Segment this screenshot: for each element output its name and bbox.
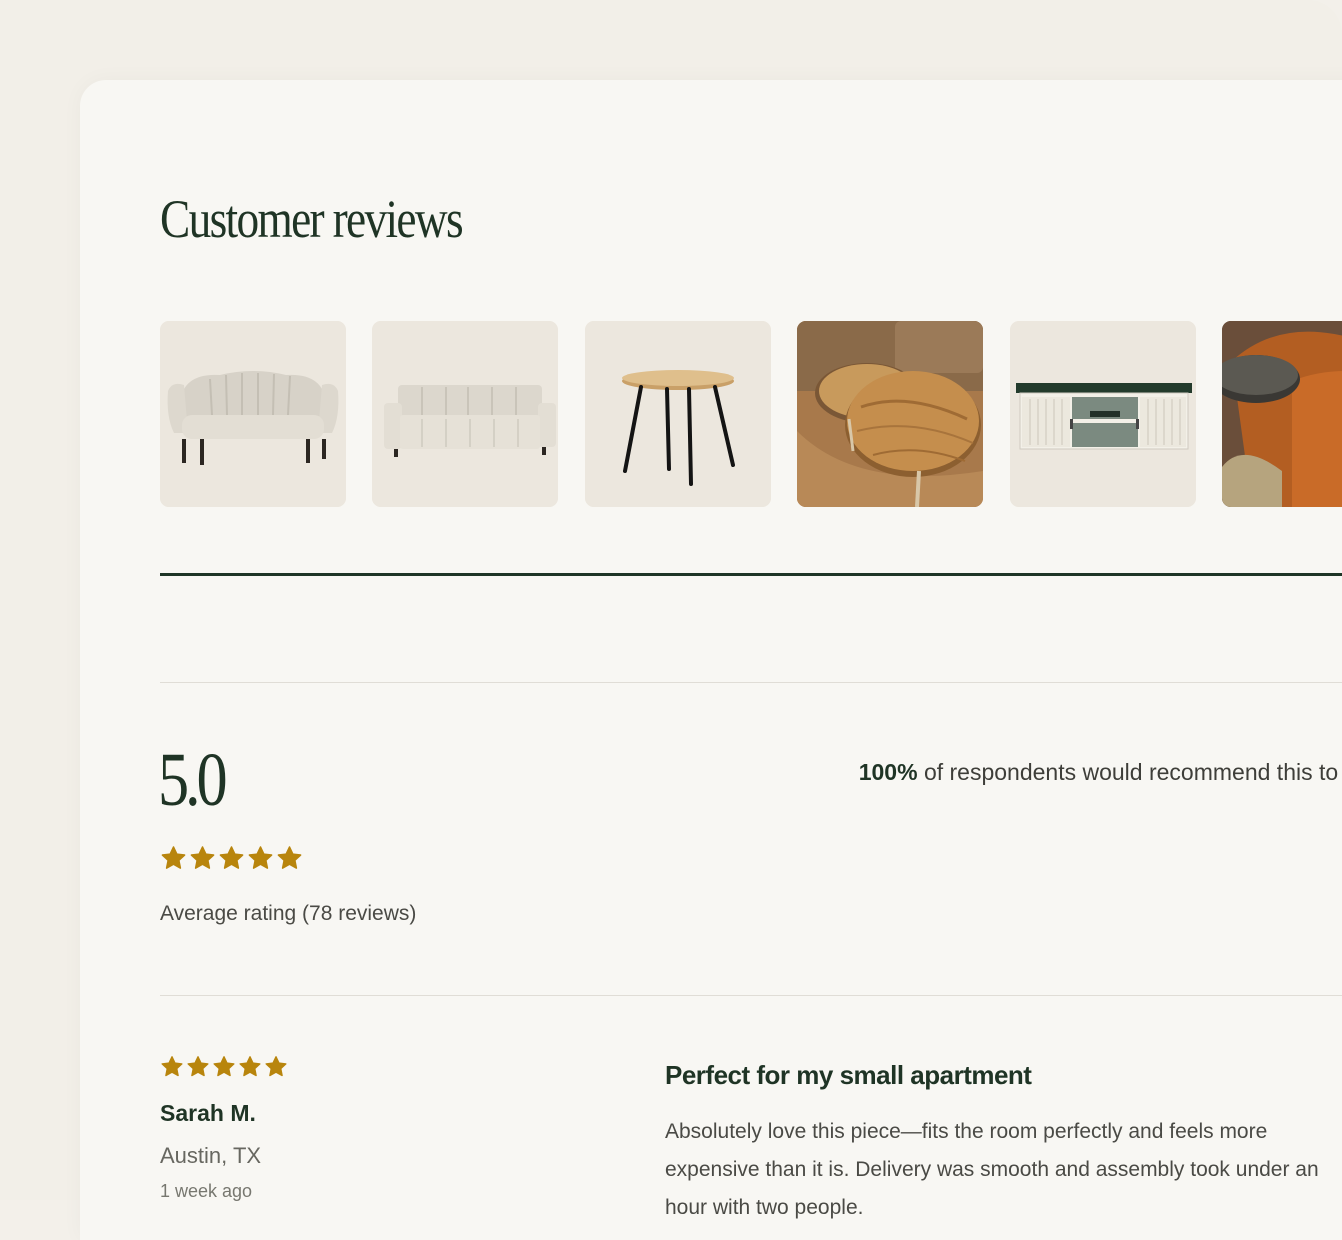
review-photo-sofa[interactable] (372, 321, 558, 507)
star-icon (277, 846, 302, 869)
recommend-statement: 100% of respondents would recommend this… (760, 752, 1342, 792)
section-divider (160, 573, 1342, 576)
star-icon (265, 1056, 287, 1077)
star-icon (219, 846, 244, 869)
average-star-rating (160, 845, 303, 872)
review-star-rating (160, 1055, 288, 1079)
star-icon (248, 846, 273, 869)
review-photo-tv-console[interactable] (1010, 321, 1196, 507)
average-rating-label: Average rating (78 reviews) (160, 902, 417, 925)
recommend-text: of respondents would recommend this to a… (923, 759, 1342, 785)
review-date: 1 week ago (160, 1181, 253, 1201)
star-icon (239, 1056, 261, 1077)
reviewer-name: Sarah M. (160, 1100, 256, 1126)
review-title: Perfect for my small apartment (665, 1060, 1032, 1090)
section-title: Customer reviews (160, 189, 464, 249)
review-photo-coffee-tables[interactable] (797, 321, 983, 507)
page-background: Customer reviews 5.0 Average rating (78 … (0, 0, 1342, 1240)
review-body: Absolutely love this piece—fits the room… (665, 1120, 1319, 1219)
reviews-card: Customer reviews 5.0 Average rating (78 … (80, 80, 1342, 1240)
star-icon (161, 846, 186, 869)
star-icon (187, 1056, 209, 1077)
review-photo-loveseat[interactable] (160, 321, 346, 507)
reviewer-location: Austin, TX (160, 1143, 262, 1168)
star-icon (190, 846, 215, 869)
average-score: 5.0 (158, 738, 228, 822)
review-photo-armchair[interactable] (1222, 321, 1342, 507)
star-icon (161, 1056, 183, 1077)
review-photo-side-table[interactable] (585, 321, 771, 507)
reviews-top-divider (160, 995, 1342, 996)
star-icon (213, 1056, 235, 1077)
recommend-percent: 100% (858, 759, 918, 785)
summary-top-divider (160, 682, 1342, 683)
